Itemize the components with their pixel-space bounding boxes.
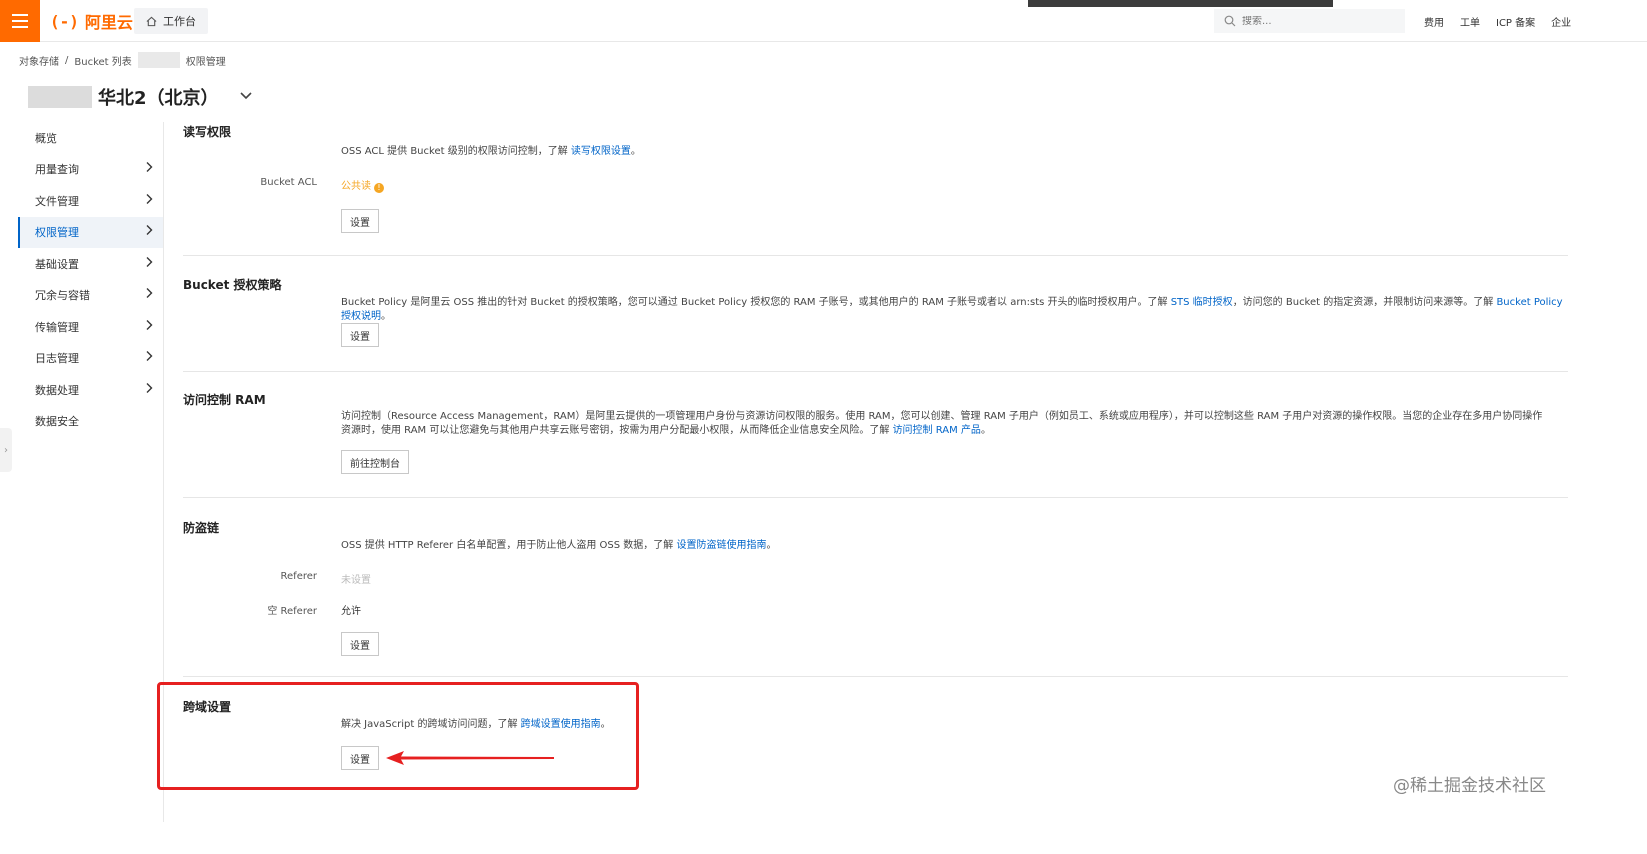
- referer-desc-text: OSS 提供 HTTP Referer 白名单配置，用于防止他人盗用 OSS 数…: [341, 540, 677, 551]
- referer-label: Referer: [280, 571, 317, 582]
- sidebar-item[interactable]: 文件管理: [18, 185, 163, 217]
- sidebar-item[interactable]: 传输管理: [18, 311, 163, 343]
- breadcrumb-sep: /: [65, 54, 69, 66]
- top-link-tickets[interactable]: 工单: [1460, 14, 1480, 29]
- policy-settings-button[interactable]: 设置: [341, 323, 379, 347]
- top-links: 费用 工单 ICP 备案 企业: [1424, 0, 1571, 42]
- search-box[interactable]: [1214, 9, 1405, 33]
- empty-referer-label: 空 Referer: [267, 606, 317, 617]
- aliyun-logo[interactable]: (-) 阿里云: [50, 10, 133, 33]
- red-arrow-annotation: [386, 751, 554, 765]
- ram-description: 访问控制（Resource Access Management，RAM）是阿里云…: [341, 410, 1551, 438]
- top-link-billing[interactable]: 费用: [1424, 14, 1444, 29]
- acl-desc-end: 。: [630, 146, 641, 157]
- sidebar-item[interactable]: 基础设置: [18, 248, 163, 280]
- sidebar-item-label: 权限管理: [35, 226, 79, 240]
- search-icon: [1224, 15, 1236, 27]
- sidebar-item-label: 数据安全: [35, 415, 79, 429]
- bucket-acl-label: Bucket ACL: [260, 177, 317, 188]
- watermark: @稀土掘金技术社区: [1393, 776, 1546, 796]
- referer-settings-button[interactable]: 设置: [341, 632, 379, 656]
- bucket-header: 华北2（北京）: [28, 84, 253, 110]
- acl-settings-button[interactable]: 设置: [341, 209, 379, 233]
- sidebar-item-label: 用量查询: [35, 163, 79, 177]
- sidebar-item-label: 文件管理: [35, 194, 79, 208]
- acl-learn-link[interactable]: 读写权限设置: [571, 146, 631, 157]
- chevron-right-icon: [145, 287, 153, 303]
- ram-desc-end: 。: [980, 425, 991, 436]
- top-link-enterprise[interactable]: 企业: [1551, 14, 1571, 29]
- sidebar-item[interactable]: 用量查询: [18, 154, 163, 186]
- search-input[interactable]: [1242, 15, 1382, 27]
- highlight-box: [157, 682, 639, 790]
- sidebar-item-label: 概览: [35, 131, 57, 145]
- bucket-region: 华北2（北京）: [98, 88, 219, 109]
- breadcrumb-bucket-list[interactable]: Bucket 列表: [74, 53, 131, 68]
- workbench-label: 工作台: [163, 15, 196, 28]
- referer-learn-link[interactable]: 设置防盗链使用指南: [676, 540, 766, 551]
- sidebar-item[interactable]: 权限管理: [18, 216, 163, 248]
- policy-description: Bucket Policy 是阿里云 OSS 推出的针对 Bucket 的授权策…: [341, 296, 1563, 324]
- ram-learn-link[interactable]: 访问控制 RAM 产品: [893, 425, 981, 436]
- chevron-right-icon: [145, 382, 153, 398]
- acl-value-text: 公共读: [341, 181, 371, 192]
- sidebar-item-label: 日志管理: [35, 352, 79, 366]
- blurred-bucket-title: [28, 86, 92, 108]
- acl-title: 读写权限: [183, 125, 232, 139]
- sts-link[interactable]: STS 临时授权: [1171, 297, 1233, 308]
- top-overlay-strip: [1028, 0, 1333, 7]
- breadcrumb-current: 权限管理: [185, 56, 226, 68]
- chevron-right-icon: [145, 350, 153, 366]
- sidebar-item[interactable]: 数据处理: [18, 374, 163, 406]
- sidebar-item-label: 数据处理: [35, 383, 79, 397]
- chevron-right-icon: [145, 319, 153, 335]
- referer-description: OSS 提供 HTTP Referer 白名单配置，用于防止他人盗用 OSS 数…: [341, 539, 776, 553]
- sidebar-item[interactable]: 数据安全: [18, 406, 163, 438]
- warning-icon[interactable]: !: [374, 183, 384, 193]
- policy-title: Bucket 授权策略: [183, 278, 282, 292]
- bucket-acl-value: 公共读!: [341, 177, 384, 193]
- workbench-button[interactable]: 工作台: [134, 8, 208, 34]
- empty-referer-value: 允许: [341, 606, 361, 617]
- ram-title: 访问控制 RAM: [183, 393, 266, 407]
- chevron-right-icon: [145, 224, 153, 240]
- policy-desc-end: 。: [381, 311, 391, 322]
- policy-desc-1: Bucket Policy 是阿里云 OSS 推出的针对 Bucket 的授权策…: [341, 297, 1171, 308]
- menu-icon: [12, 14, 28, 16]
- sidebar-collapse-handle[interactable]: ›: [0, 428, 12, 472]
- referer-title: 防盗链: [183, 521, 220, 535]
- chevron-right-icon: [145, 161, 153, 177]
- chevron-right-icon: [145, 193, 153, 209]
- top-link-icp[interactable]: ICP 备案: [1496, 14, 1535, 29]
- breadcrumb-oss[interactable]: 对象存储: [19, 53, 59, 68]
- policy-desc-2: ，访问您的 Bucket 的指定资源，并限制访问来源等。了解: [1232, 297, 1497, 308]
- home-icon: [146, 16, 157, 26]
- sidebar: 概览用量查询文件管理权限管理基础设置冗余与容错传输管理日志管理数据处理数据安全: [18, 122, 164, 822]
- logo-mark: (-): [50, 11, 79, 31]
- sidebar-item-label: 基础设置: [35, 257, 79, 271]
- breadcrumb: 对象存储 / Bucket 列表 权限管理: [19, 52, 226, 68]
- sidebar-item[interactable]: 日志管理: [18, 343, 163, 375]
- referer-desc-end: 。: [766, 540, 777, 551]
- sidebar-item-label: 冗余与容错: [35, 289, 90, 303]
- divider: [183, 497, 1568, 498]
- divider: [183, 255, 1568, 256]
- sidebar-item-label: 传输管理: [35, 320, 79, 334]
- sidebar-item[interactable]: 概览: [18, 122, 163, 154]
- chevron-right-icon: [145, 256, 153, 272]
- sidebar-item[interactable]: 冗余与容错: [18, 280, 163, 312]
- top-navbar: (-) 阿里云 工作台 费用 工单 ICP 备案 企业: [0, 0, 1647, 42]
- divider: [183, 676, 1568, 677]
- hamburger-menu-button[interactable]: [0, 0, 40, 42]
- acl-desc-text: OSS ACL 提供 Bucket 级别的权限访问控制，了解: [341, 146, 571, 157]
- blurred-bucket-name: [137, 52, 180, 68]
- chevron-down-icon[interactable]: [239, 89, 253, 105]
- logo-text: 阿里云: [84, 13, 133, 32]
- divider: [183, 371, 1568, 372]
- acl-description: OSS ACL 提供 Bucket 级别的权限访问控制，了解 读写权限设置。: [341, 145, 641, 159]
- go-to-console-button[interactable]: 前往控制台: [341, 450, 409, 474]
- referer-value: 未设置: [341, 575, 371, 586]
